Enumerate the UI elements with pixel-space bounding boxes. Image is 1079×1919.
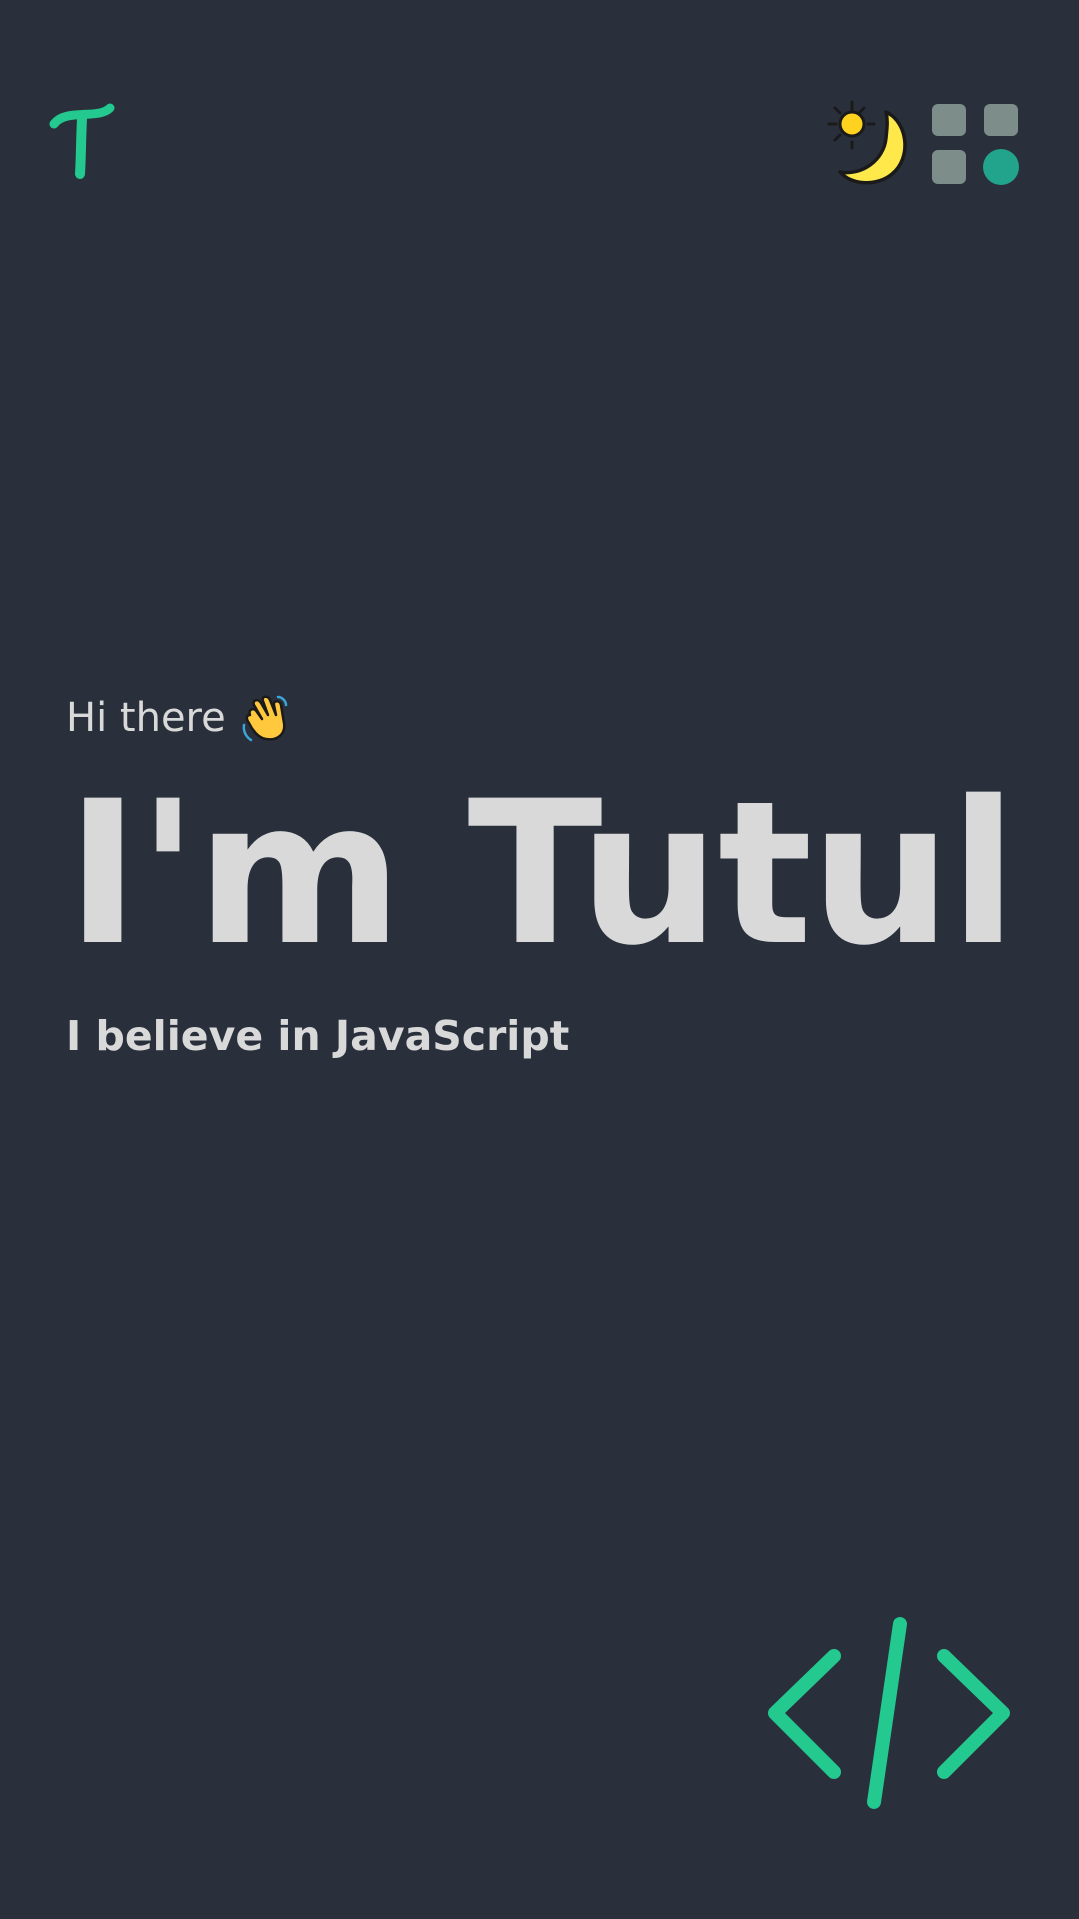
greeting-line: Hi there xyxy=(66,690,1026,746)
hero-name-heading: I'm Tutul xyxy=(66,758,1017,989)
site-logo[interactable] xyxy=(48,96,118,186)
hero-section: Hi there I'm Tutul I believe in JavaScri… xyxy=(66,690,1026,1064)
portfolio-page: Hi there I'm Tutul I believe in JavaScri… xyxy=(0,0,1079,1919)
hero-tagline: I believe in JavaScript xyxy=(66,1012,570,1060)
greeting-text: Hi there xyxy=(66,695,226,741)
tutul-t-logo-icon xyxy=(49,103,115,179)
sun-moon-icon xyxy=(827,100,907,185)
app-grid-menu-icon xyxy=(932,104,1019,185)
waving-hand-icon xyxy=(240,693,288,743)
app-menu-button[interactable] xyxy=(930,104,1020,186)
code-brackets-icon xyxy=(764,1616,1014,1810)
theme-toggle-button[interactable] xyxy=(822,100,910,188)
